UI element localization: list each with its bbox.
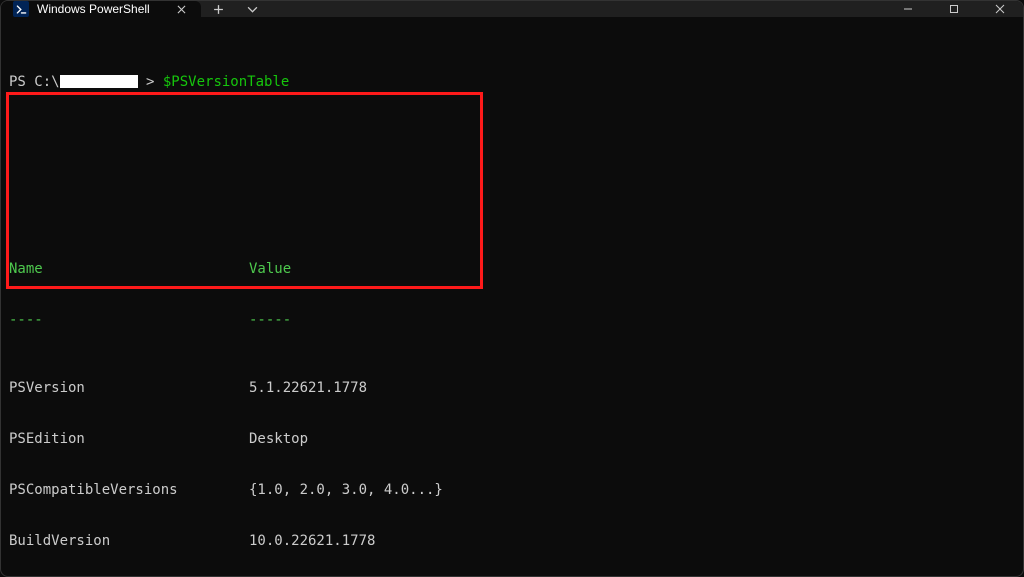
header-name-dash: ---- (9, 312, 249, 329)
prompt-line-1: PS C:\ > $PSVersionTable (9, 74, 1015, 91)
minimize-button[interactable] (885, 1, 931, 17)
prompt-suffix: > (138, 74, 155, 90)
command-text: $PSVersionTable (163, 74, 289, 90)
table-header: NameValue (9, 261, 1015, 278)
tab-close-button[interactable] (173, 1, 189, 17)
terminal-body[interactable]: PS C:\ > $PSVersionTable NameValue -----… (1, 17, 1023, 577)
tab-powershell[interactable]: Windows PowerShell (1, 1, 201, 17)
annotation-highlight-box (6, 92, 483, 289)
powershell-icon (13, 1, 29, 17)
row-value: 10.0.22621.1778 (249, 533, 375, 550)
terminal-window: Windows PowerShell PS C:\ > $PSVersionTa… (0, 0, 1024, 577)
row-value: Desktop (249, 431, 308, 448)
header-value: Value (249, 261, 291, 278)
row-name: PSVersion (9, 380, 249, 397)
row-value: {1.0, 2.0, 3.0, 4.0...} (249, 482, 443, 499)
tab-title: Windows PowerShell (37, 2, 165, 16)
blank-line (9, 193, 1015, 210)
redacted-path (60, 75, 138, 88)
row-name: BuildVersion (9, 533, 249, 550)
table-header-rule: --------- (9, 312, 1015, 329)
maximize-button[interactable] (931, 1, 977, 17)
titlebar[interactable]: Windows PowerShell (1, 1, 1023, 17)
row-value: 5.1.22621.1778 (249, 380, 367, 397)
table-row: PSVersion5.1.22621.1778 (9, 380, 1015, 397)
prompt-prefix: PS C:\ (9, 74, 60, 90)
row-name: PSEdition (9, 431, 249, 448)
titlebar-drag-area[interactable] (269, 1, 885, 17)
new-tab-button[interactable] (201, 1, 235, 17)
blank-line (9, 142, 1015, 159)
header-name: Name (9, 261, 249, 278)
tab-dropdown-button[interactable] (235, 1, 269, 17)
row-name: PSCompatibleVersions (9, 482, 249, 499)
header-value-dash: ----- (249, 312, 291, 329)
table-row: PSCompatibleVersions{1.0, 2.0, 3.0, 4.0.… (9, 482, 1015, 499)
table-row: PSEditionDesktop (9, 431, 1015, 448)
table-row: BuildVersion10.0.22621.1778 (9, 533, 1015, 550)
close-window-button[interactable] (977, 1, 1023, 17)
